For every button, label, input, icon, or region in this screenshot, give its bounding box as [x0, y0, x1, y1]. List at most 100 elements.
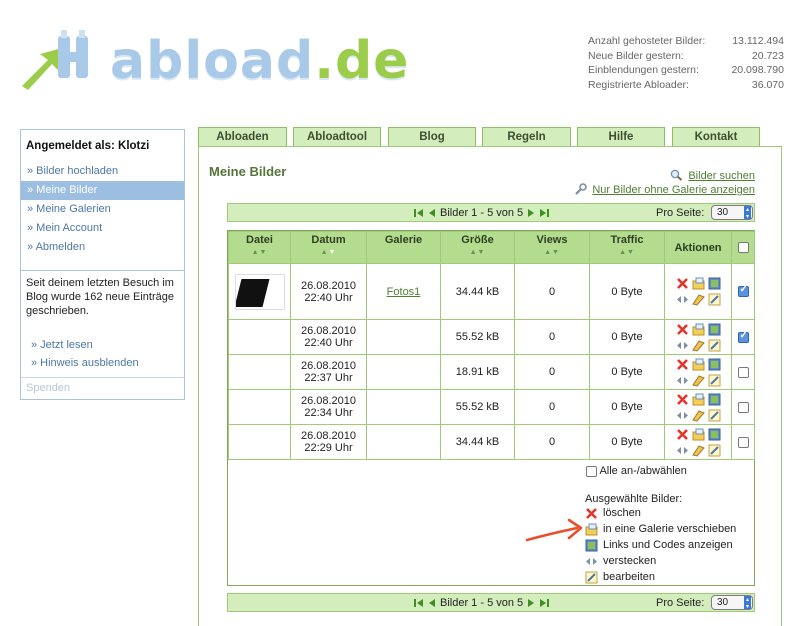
sort-icon[interactable]: ▲▼	[441, 249, 514, 256]
hide-icon[interactable]	[676, 444, 689, 457]
edit-icon[interactable]	[708, 293, 721, 306]
rename-icon[interactable]	[691, 444, 705, 457]
first-page-icon[interactable]	[414, 207, 424, 219]
hide-icon	[586, 557, 597, 565]
move-to-gallery-icon[interactable]	[692, 358, 705, 371]
next-page-icon[interactable]	[526, 207, 536, 219]
bulk-delete[interactable]: löschen	[585, 505, 736, 521]
rename-icon[interactable]	[691, 409, 705, 422]
sort-icon[interactable]: ▲▼	[515, 249, 589, 256]
prev-page-icon[interactable]	[427, 597, 437, 609]
tab-abloaden[interactable]: Abloaden	[198, 127, 287, 147]
time-text: 22:40 Uhr	[304, 337, 353, 349]
links-codes-icon[interactable]	[708, 323, 721, 336]
bulk-hide[interactable]: verstecken	[585, 553, 736, 569]
column-header-views[interactable]: Views ▲▼	[514, 231, 590, 264]
tab-regeln[interactable]: Regeln	[482, 127, 571, 147]
sidebar-item-upload[interactable]: » Bilder hochladen	[21, 162, 184, 181]
cell-date: 26.08.2010 22:37 Uhr	[290, 354, 367, 390]
cell-actions	[664, 319, 732, 355]
column-header-traffic[interactable]: Traffic ▲▼	[589, 231, 665, 264]
tab-abloadtool[interactable]: Abloadtool	[293, 127, 381, 147]
select-all-checkbox[interactable]	[586, 465, 597, 477]
links-codes-icon[interactable]	[708, 428, 721, 441]
per-page-select[interactable]: 30	[711, 595, 753, 610]
last-page-icon[interactable]	[539, 207, 550, 219]
column-header-date[interactable]: Datum ▲▼	[290, 231, 367, 264]
bulk-edit[interactable]: bearbeiten	[585, 569, 736, 585]
rename-icon[interactable]	[691, 293, 705, 306]
sidebar-item-logout[interactable]: » Abmelden	[21, 238, 184, 257]
delete-icon[interactable]	[676, 323, 689, 336]
sidebar-item-my-images[interactable]: » Meine Bilder	[21, 181, 184, 200]
rename-icon[interactable]	[691, 339, 705, 352]
rename-icon[interactable]	[691, 374, 705, 387]
edit-icon[interactable]	[708, 444, 721, 457]
column-header-file[interactable]: Datei ▲▼	[228, 231, 291, 264]
column-header-size[interactable]: Größe ▲▼	[440, 231, 515, 264]
sort-icon[interactable]: ▲▼	[590, 249, 664, 256]
cell-views: 0	[514, 354, 590, 390]
edit-icon[interactable]	[708, 374, 721, 387]
bulk-show-links[interactable]: Links und Codes anzeigen	[585, 537, 736, 553]
edit-icon[interactable]	[708, 409, 721, 422]
table-row: 26.08.2010 22:37 Uhr 18.91 kB 0 0 Byte	[228, 354, 755, 390]
abload-logo[interactable]: abload.de	[18, 26, 408, 96]
gallery-link[interactable]: Fotos1	[387, 286, 421, 298]
tab-hilfe[interactable]: Hilfe	[577, 127, 665, 147]
links-codes-icon[interactable]	[708, 358, 721, 371]
row-select-checkbox[interactable]	[737, 436, 749, 448]
move-to-gallery-icon[interactable]	[692, 323, 705, 336]
next-page-icon[interactable]	[526, 597, 536, 609]
prev-page-icon[interactable]	[427, 207, 437, 219]
sidebar-item-my-galleries[interactable]: » Meine Galerien	[21, 200, 184, 219]
row-select-checkbox[interactable]	[737, 401, 749, 413]
page-title: Meine Bilder	[209, 164, 287, 179]
delete-icon[interactable]	[676, 428, 689, 441]
hide-icon[interactable]	[676, 409, 689, 422]
pager-range: Bilder 1 - 5 von 5	[440, 597, 524, 609]
bulk-move-to-gallery[interactable]: in eine Galerie verschieben	[585, 521, 736, 537]
donate-link[interactable]: Spenden	[21, 377, 184, 399]
move-to-gallery-icon[interactable]	[692, 428, 705, 441]
cell-size: 18.91 kB	[440, 354, 515, 390]
first-page-icon[interactable]	[414, 597, 424, 609]
image-thumbnail[interactable]	[234, 273, 285, 310]
row-select-checkbox[interactable]	[737, 330, 749, 343]
row-select-checkbox[interactable]	[737, 366, 749, 378]
search-images-link[interactable]: Bilder suchen	[688, 170, 755, 182]
select-all[interactable]: Alle an-/abwählen	[586, 465, 687, 477]
select-all-header-checkbox[interactable]	[737, 242, 749, 254]
edit-icon[interactable]	[708, 339, 721, 352]
sort-icon[interactable]: ▲▼	[291, 249, 366, 256]
sort-icon[interactable]: ▲▼	[229, 249, 290, 256]
cell-traffic: 0 Byte	[589, 354, 665, 390]
hide-icon[interactable]	[676, 374, 689, 387]
cell-gallery	[366, 319, 441, 355]
tab-blog[interactable]: Blog	[388, 127, 476, 147]
links-codes-icon[interactable]	[708, 393, 721, 406]
read-now-link[interactable]: » Jetzt lesen	[21, 336, 184, 354]
move-to-gallery-icon[interactable]	[692, 393, 705, 406]
row-select-checkbox[interactable]	[737, 284, 749, 298]
logo-arrow-icon	[22, 30, 88, 90]
tab-kontakt[interactable]: Kontakt	[672, 127, 760, 147]
links-codes-icon[interactable]	[708, 277, 721, 290]
images-without-gallery-link[interactable]: Nur Bilder ohne Galerie anzeigen	[592, 184, 755, 196]
move-to-gallery-icon[interactable]	[692, 277, 705, 290]
sidebar-item-my-account[interactable]: » Mein Account	[21, 219, 184, 238]
images-table-container: Datei ▲▼ Datum ▲▼ Galerie Größe ▲▼ Views ▲▼ …	[227, 230, 755, 586]
annotation-arrow	[525, 518, 583, 542]
hide-notice-link[interactable]: » Hinweis ausblenden	[21, 354, 184, 372]
last-page-icon[interactable]	[539, 597, 550, 609]
delete-icon[interactable]	[676, 358, 689, 371]
table-row: 26.08.2010 22:40 Uhr Fotos1 34.44 kB 0 0 …	[228, 263, 755, 320]
per-page-select[interactable]: 30	[711, 205, 753, 220]
delete-icon[interactable]	[676, 393, 689, 406]
column-header-gallery[interactable]: Galerie	[366, 231, 441, 264]
delete-icon[interactable]	[676, 277, 689, 290]
hide-icon[interactable]	[676, 339, 689, 352]
cell-gallery	[366, 424, 441, 460]
hide-icon[interactable]	[676, 293, 689, 306]
time-text: 22:40 Uhr	[304, 291, 353, 304]
